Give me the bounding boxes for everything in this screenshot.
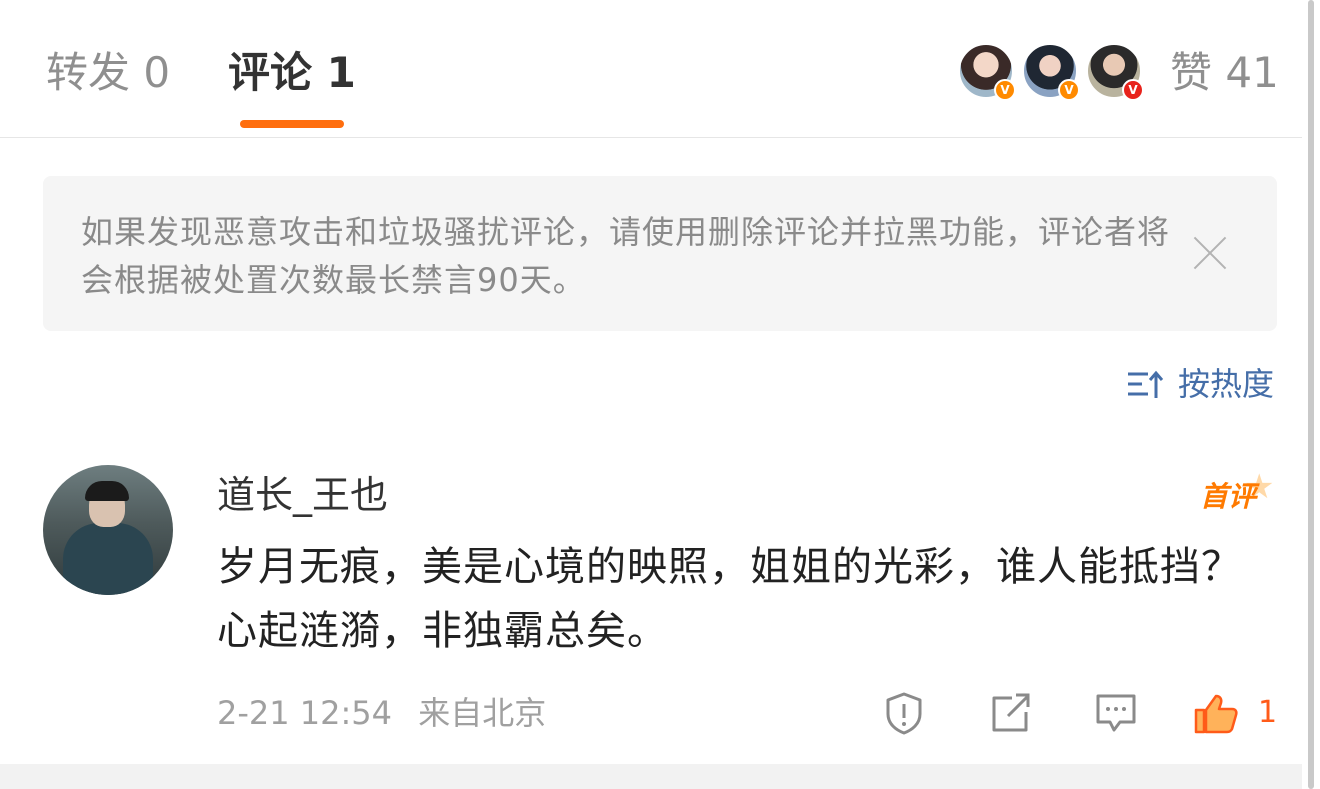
comment-actions: 1 — [880, 690, 1280, 736]
notice-banner: 如果发现恶意攻击和垃圾骚扰评论，请使用删除评论并拉黑功能，评论者将会根据被处置次… — [43, 176, 1277, 331]
avatar[interactable] — [43, 465, 173, 595]
like-count: 1 — [1258, 695, 1278, 730]
first-comment-label: 首评 — [1200, 480, 1257, 513]
sort-toggle[interactable]: 按热度 — [1126, 362, 1274, 406]
comment-source: 来自北京 — [418, 694, 547, 732]
scrollbar-thumb[interactable] — [1308, 0, 1314, 789]
verified-badge-icon: V — [1122, 79, 1144, 101]
bottom-divider — [0, 764, 1302, 789]
tab-likes[interactable]: 赞 41 — [1170, 46, 1279, 100]
scrollbar-track[interactable] — [1308, 0, 1320, 789]
sort-label: 按热度 — [1177, 365, 1274, 403]
tab-repost[interactable]: 转发 0 — [46, 46, 170, 100]
close-icon[interactable] — [1191, 234, 1229, 272]
comment-author[interactable]: 道长_王也 — [217, 470, 388, 520]
comment-time: 2-21 12:54 — [217, 694, 393, 732]
notice-text: 如果发现恶意攻击和垃圾骚扰评论，请使用删除评论并拉黑功能，评论者将会根据被处置次… — [81, 213, 1171, 299]
tab-comment[interactable]: 评论 1 — [228, 46, 356, 100]
comment-meta: 2-21 12:54 来自北京 — [217, 690, 546, 736]
reply-icon[interactable] — [1092, 690, 1140, 736]
tab-active-indicator — [240, 120, 344, 128]
verified-badge-icon: V — [1058, 79, 1080, 101]
sort-icon — [1127, 370, 1164, 398]
verified-badge-icon: V — [994, 79, 1016, 101]
liker-avatars[interactable]: V V V — [958, 43, 1148, 101]
comment-text: 岁月无痕，美是心境的映照，姐姐的光彩，谁人能抵挡？心起涟漪，非独霸总矣。 — [217, 544, 1242, 654]
first-comment-badge: ★ 首评 — [1200, 470, 1278, 522]
thumbs-up-icon[interactable] — [1192, 690, 1240, 736]
report-icon[interactable] — [880, 690, 928, 736]
tab-bar: 转发 0 评论 1 V V V 赞 41 — [0, 0, 1302, 138]
share-icon[interactable] — [986, 690, 1034, 736]
